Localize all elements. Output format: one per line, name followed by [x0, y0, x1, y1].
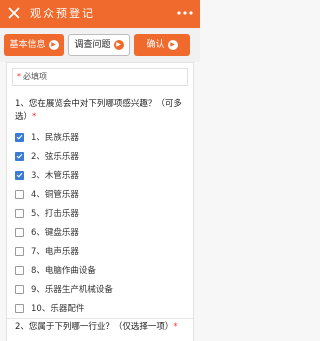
tab-label: 确认: [146, 40, 165, 50]
option-label: 8、电脑作曲设备: [31, 266, 96, 276]
option-row[interactable]: 7、电声乐器: [15, 244, 79, 258]
question-2-title: 2、您属于下列哪一行业？（仅选择一项）*: [15, 321, 189, 334]
checkbox[interactable]: [15, 189, 24, 199]
question-1-title: 1、您在展览会中对下列哪项感兴趣？（可多选）*: [15, 98, 189, 124]
step-tabs: 基本信息 ▶ 调查问题 ▶ 确认 ▶: [0, 28, 200, 62]
top-bar: 观众预登记: [0, 0, 200, 28]
option-label: 7、电声乐器: [31, 247, 79, 257]
checkbox[interactable]: [15, 208, 24, 218]
required-marker: *: [17, 72, 21, 81]
check-icon: [16, 134, 23, 140]
option-row[interactable]: 5、打击乐器: [15, 206, 79, 220]
divider: [7, 318, 193, 319]
option-label: 4、铜管乐器: [31, 190, 79, 200]
page-title: 观众预登记: [30, 7, 95, 20]
question-2-text: 2、您属于下列哪一行业？（仅选择一项）: [15, 322, 174, 332]
required-note: * 必填项: [12, 68, 188, 86]
tab-survey[interactable]: 调查问题 ▶: [68, 34, 130, 56]
option-row[interactable]: 3、木管乐器: [15, 168, 79, 182]
option-label: 10、乐器配件: [31, 304, 85, 314]
checkbox[interactable]: [15, 303, 24, 313]
checkbox-checked[interactable]: [15, 132, 24, 142]
checkbox-checked[interactable]: [15, 170, 24, 180]
required-marker: *: [173, 322, 178, 332]
option-row[interactable]: 9、乐器生产机械设备: [15, 282, 113, 296]
option-row[interactable]: 1、民族乐器: [15, 130, 79, 144]
arrow-right-icon: ▶: [167, 40, 178, 50]
option-row[interactable]: 4、铜管乐器: [15, 187, 79, 201]
required-marker: *: [32, 112, 37, 122]
required-note-text: 必填项: [23, 72, 47, 81]
option-label: 6、键盘乐器: [31, 228, 79, 238]
option-label: 5、打击乐器: [31, 209, 79, 219]
checkbox[interactable]: [15, 227, 24, 237]
tab-basic-info[interactable]: 基本信息 ▶: [4, 34, 64, 56]
checkbox[interactable]: [15, 284, 24, 294]
arrow-right-icon: ▶: [48, 40, 59, 50]
option-row[interactable]: 2、弦乐乐器: [15, 149, 79, 163]
checkbox[interactable]: [15, 265, 24, 275]
checkbox[interactable]: [15, 246, 24, 256]
option-label: 2、弦乐乐器: [31, 152, 79, 162]
tab-confirm[interactable]: 确认 ▶: [134, 34, 190, 56]
arrow-right-icon: ▶: [113, 40, 124, 50]
option-row[interactable]: 10、乐器配件: [15, 301, 84, 315]
more-icon[interactable]: [176, 5, 194, 21]
option-label: 3、木管乐器: [31, 171, 79, 181]
option-row[interactable]: 8、电脑作曲设备: [15, 263, 96, 277]
survey-form: * 必填项 1、您在展览会中对下列哪项感兴趣？（可多选）* 1、民族乐器 2、弦乐乐…: [6, 62, 194, 341]
option-label: 1、民族乐器: [31, 133, 79, 143]
tab-label: 基本信息: [9, 40, 46, 50]
check-icon: [16, 153, 23, 159]
option-row[interactable]: 6、键盘乐器: [15, 225, 79, 239]
close-icon[interactable]: [6, 5, 22, 21]
question-1-text: 1、您在展览会中对下列哪项感兴趣？（可多选）: [15, 99, 182, 122]
option-label: 9、乐器生产机械设备: [31, 285, 113, 295]
checkbox-checked[interactable]: [15, 151, 24, 161]
tab-label: 调查问题: [74, 40, 111, 50]
check-icon: [16, 172, 23, 178]
